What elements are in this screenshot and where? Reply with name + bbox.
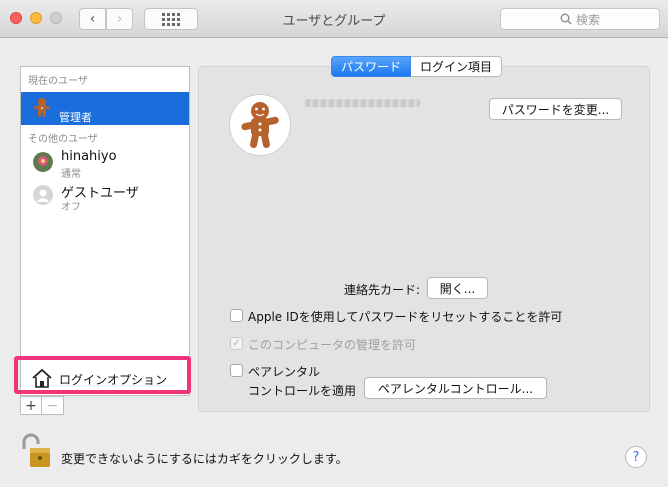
apple-id-reset-checkbox[interactable] (230, 309, 243, 322)
preferences-window: ‹ › ユーザとグループ 検索 現在のユーザ 管理者 その他のユーザ hinah… (0, 0, 668, 487)
search-field[interactable]: 検索 (500, 8, 660, 30)
remove-user-button[interactable]: − (42, 396, 64, 415)
parental-controls-label-line1: ペアレンタル (248, 365, 321, 379)
gingerbread-icon (34, 97, 50, 117)
user-row-hinahiyo[interactable]: hinahiyo 通常 (21, 147, 189, 181)
current-user-section-header: 現在のユーザ (28, 76, 88, 87)
tab-bar: パスワード ログイン項目 (331, 56, 503, 77)
contact-card-label: 連絡先カード: (344, 283, 421, 297)
change-password-button[interactable]: パスワードを変更... (489, 98, 622, 120)
gingerbread-icon (241, 102, 279, 149)
user-row-guest[interactable]: ゲストユーザ オフ (21, 180, 189, 214)
search-placeholder: 検索 (575, 12, 600, 27)
user-picture[interactable] (229, 94, 291, 156)
login-options-label: ログインオプション (59, 373, 168, 387)
house-icon (32, 368, 52, 388)
unlocked-padlock-icon[interactable] (20, 433, 52, 469)
add-user-button[interactable]: + (20, 396, 42, 415)
redacted-user-name (305, 99, 420, 107)
user-status: オフ (61, 202, 81, 213)
user-type: 通常 (61, 169, 81, 180)
open-contact-card-button[interactable]: 開く... (427, 277, 488, 299)
user-name: hinahiyo (61, 149, 117, 164)
search-icon (560, 13, 572, 25)
flower-avatar (33, 152, 53, 172)
allow-admin-checkbox[interactable]: ✓ (230, 337, 243, 350)
allow-admin-label: このコンピュータの管理を許可 (248, 338, 417, 352)
help-button[interactable]: ? (625, 446, 647, 468)
users-list: 現在のユーザ 管理者 その他のユーザ hinahiyo 通常 ゲストユーザ オフ… (20, 66, 190, 396)
tab-password[interactable]: パスワード (331, 56, 412, 77)
generic-user-icon (33, 185, 53, 205)
current-user-row[interactable]: 管理者 (21, 92, 189, 125)
other-users-section-header: その他のユーザ (28, 134, 98, 145)
add-remove-controls: + − (20, 396, 64, 415)
tab-login-items[interactable]: ログイン項目 (411, 56, 503, 77)
current-user-role: 管理者 (59, 111, 92, 124)
parental-controls-checkbox[interactable] (230, 364, 243, 377)
login-options-item[interactable]: ログインオプション (21, 363, 189, 396)
title-bar: ‹ › ユーザとグループ 検索 (0, 0, 668, 38)
parental-controls-label-line2: コントロールを適用 (248, 384, 357, 398)
lock-instruction-text: 変更できないようにするにはカギをクリックします。 (61, 452, 348, 466)
apple-id-reset-label: Apple IDを使用してパスワードをリセットすることを許可 (248, 310, 563, 324)
open-parental-controls-button[interactable]: ペアレンタルコントロール... (364, 377, 547, 399)
